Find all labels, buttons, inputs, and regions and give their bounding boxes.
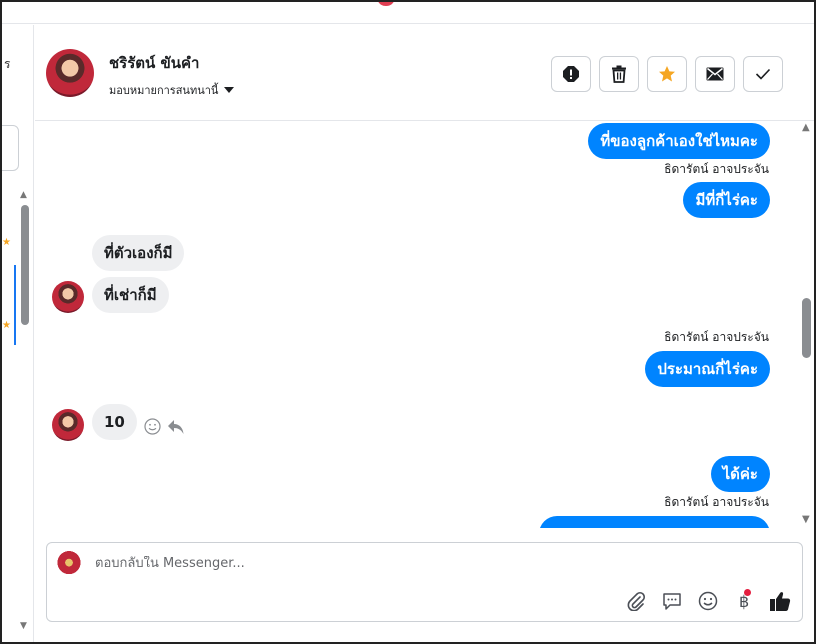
assign-label: มอบหมายการสนทนานี้ [109,84,219,97]
scrollbar-thumb[interactable] [802,298,811,358]
contact-name[interactable]: ชริรัตน์ ขันคำ [109,51,199,75]
star-icon: ★ [2,237,11,248]
conversation-list-panel: ร ★ ★ ▲ ▼ [2,25,34,642]
mark-unread-button[interactable] [695,56,735,92]
reply-input[interactable] [95,556,595,571]
selected-indicator [14,265,16,345]
emoji-button[interactable] [696,589,720,613]
message-actions [144,418,185,435]
message-bubble-outgoing[interactable]: มีที่กี่ไร่คะ [683,182,770,218]
assign-dropdown[interactable]: มอบหมายการสนทนานี้ [109,81,235,99]
react-icon[interactable] [144,418,161,435]
avatar[interactable] [52,281,84,313]
message-bubble-outgoing[interactable]: ประมาณกี่ไร่คะ [645,351,770,387]
spam-button[interactable] [551,56,591,92]
envelope-icon [706,67,724,81]
scroll-down-icon[interactable]: ▼ [20,621,27,631]
notification-dot [744,589,751,596]
top-bar [2,2,814,24]
message-thread: ที่ของลูกค้าเองใช่ไหมคะ ธิดารัตน์ อาจประ… [35,122,814,528]
sender-name: ธิดารัตน์ อาจประจัน [664,162,769,176]
avatar[interactable] [46,49,94,97]
conversation-header: ชริรัตน์ ขันคำ มอบหมายการสนทนานี้ [35,25,814,121]
reply-composer: ฿ [46,542,803,622]
payment-button[interactable]: ฿ [732,589,756,613]
page-avatar [55,550,83,578]
scroll-down-icon[interactable]: ▼ [802,514,810,525]
message-bubble-incoming[interactable]: ที่เช่าก็มี [92,277,169,313]
notification-badge [378,2,394,6]
message-bubble-incoming[interactable]: 10 [92,404,137,440]
star-button[interactable] [647,56,687,92]
like-icon [770,592,791,611]
message-bubble-incoming[interactable]: ที่ตัวเองก็มี [92,235,185,271]
message-bubble-outgoing[interactable] [539,516,770,528]
check-icon [755,68,771,80]
scrollbar-thumb[interactable] [21,205,29,325]
attach-button[interactable] [624,589,648,613]
emoji-icon [698,591,718,611]
message-bubble-outgoing[interactable]: ที่ของลูกค้าเองใช่ไหมคะ [588,123,770,159]
trash-icon [612,65,626,83]
alert-icon [563,66,579,82]
scroll-up-icon[interactable]: ▲ [20,190,27,200]
sender-name: ธิดารัตน์ อาจประจัน [664,495,769,509]
scroll-up-icon[interactable]: ▲ [802,122,810,133]
chat-scrollbar[interactable]: ▲ ▼ [801,122,814,528]
cut-text: ร [4,57,11,71]
saved-reply-icon [663,593,681,610]
star-icon: ★ [2,320,11,331]
star-icon [659,66,675,82]
delete-button[interactable] [599,56,639,92]
message-bubble-outgoing[interactable]: ได้ค่ะ [710,456,770,492]
caret-down-icon [224,87,235,93]
like-button[interactable] [768,589,792,613]
saved-reply-button[interactable] [660,589,684,613]
search-box[interactable] [2,125,19,171]
reply-icon[interactable] [167,419,185,435]
attach-icon [627,591,646,611]
avatar[interactable] [52,409,84,441]
done-button[interactable] [743,56,783,92]
sender-name: ธิดารัตน์ อาจประจัน [664,330,769,344]
messenger-window: ร ★ ★ ▲ ▼ ชริรัตน์ ขันคำ มอบหมายการสนทนา… [0,0,816,644]
